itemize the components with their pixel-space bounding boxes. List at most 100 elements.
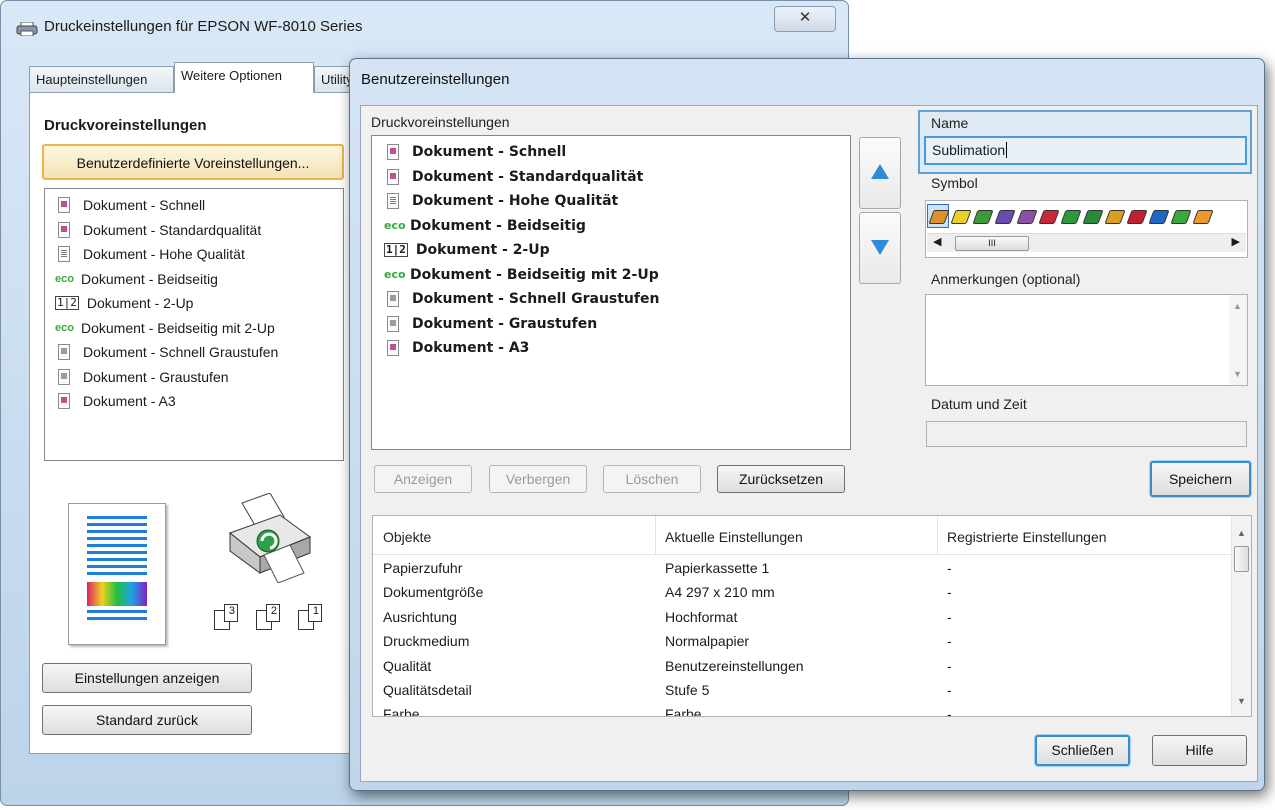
arrow-down-icon <box>871 240 889 255</box>
custom-presets-button[interactable]: Benutzerdefinierte Voreinstellungen... <box>42 144 344 180</box>
table-row[interactable]: Farbe Farbe - <box>373 703 1233 717</box>
reset-default-button[interactable]: Standard zurück <box>42 705 252 735</box>
symbol-option[interactable] <box>994 205 1016 227</box>
scroll-up-icon[interactable]: ▲ <box>1237 528 1246 538</box>
table-scrollbar[interactable]: ▲ ▼ <box>1231 516 1251 716</box>
page-preview <box>68 503 166 645</box>
help-button[interactable]: Hilfe <box>1152 735 1247 766</box>
preset-list-item[interactable]: Dokument - Schnell Graustufen <box>55 340 343 365</box>
show-settings-button[interactable]: Einstellungen anzeigen <box>42 663 252 693</box>
bg-presets-list[interactable]: Dokument - Schnell Dokument - Standardqua… <box>44 188 344 461</box>
show-button[interactable]: Anzeigen <box>374 465 472 493</box>
cell-current: Farbe <box>665 706 702 717</box>
close-icon: ✕ <box>798 9 812 26</box>
column-header-registered[interactable]: Registrierte Einstellungen <box>947 529 1107 545</box>
move-up-button[interactable] <box>859 137 901 209</box>
move-down-button[interactable] <box>859 212 901 284</box>
symbol-option[interactable] <box>1104 205 1126 227</box>
doc-icon <box>387 144 399 161</box>
table-row[interactable]: Qualitätsdetail Stufe 5 - <box>373 679 1233 703</box>
preset-list-item[interactable]: eco Dokument - Beidseitig mit 2-Up <box>55 316 343 341</box>
preset-list-item[interactable]: Dokument - Schnell <box>55 193 343 218</box>
symbol-scrollbar[interactable]: ◀ III ▶ <box>927 233 1246 252</box>
scroll-right-icon[interactable]: ▶ <box>1232 235 1240 248</box>
preset-label: Dokument - Beidseitig mit 2-Up <box>410 266 659 283</box>
symbol-option[interactable] <box>1126 205 1148 227</box>
column-header-current[interactable]: Aktuelle Einstellungen <box>665 529 803 545</box>
page-order-icons: 3 2 1 <box>210 604 326 630</box>
preset-label: Dokument - Schnell <box>83 197 206 214</box>
preset-list-item[interactable]: Dokument - Hohe Qualität <box>384 189 850 214</box>
preset-list-item[interactable]: Dokument - Schnell Graustufen <box>384 287 850 312</box>
preset-label: Dokument - Hohe Qualität <box>412 193 619 210</box>
close-dialog-button[interactable]: Schließen <box>1035 735 1130 766</box>
cell-current: Benutzereinstellungen <box>665 657 804 674</box>
arrow-up-icon <box>871 164 889 179</box>
preset-list-item[interactable]: Dokument - Graustufen <box>55 365 343 390</box>
notes-textarea[interactable]: ▲ ▼ <box>925 294 1248 386</box>
preset-list-item[interactable]: Dokument - A3 <box>384 336 850 361</box>
preset-list-item[interactable]: Dokument - Graustufen <box>384 312 850 337</box>
table-row[interactable]: Dokumentgröße A4 297 x 210 mm - <box>373 581 1233 605</box>
table-row[interactable]: Papierzufuhr Papierkassette 1 - <box>373 557 1233 581</box>
symbol-option[interactable] <box>1038 205 1060 227</box>
preset-list-item[interactable]: Dokument - Standardqualität <box>384 165 850 190</box>
book-icon <box>1104 210 1126 224</box>
table-row[interactable]: Ausrichtung Hochformat - <box>373 606 1233 630</box>
tab-main-settings[interactable]: Haupteinstellungen <box>29 66 174 92</box>
preset-list-item[interactable]: Dokument - Schnell <box>384 140 850 165</box>
preset-list-item[interactable]: eco Dokument - Beidseitig mit 2-Up <box>384 263 850 288</box>
presets-list[interactable]: Dokument - Schnell Dokument - Standardqua… <box>371 135 851 450</box>
cell-object: Farbe <box>383 706 420 717</box>
notes-scrollbar[interactable]: ▲ ▼ <box>1229 295 1247 385</box>
doc-icon <box>58 393 70 410</box>
column-header-objects[interactable]: Objekte <box>383 529 431 545</box>
symbol-picker[interactable]: ◀ III ▶ <box>925 200 1248 258</box>
table-row[interactable]: Druckmedium Normalpapier - <box>373 630 1233 654</box>
notes-label: Anmerkungen (optional) <box>931 271 1081 287</box>
cell-object: Ausrichtung <box>383 608 457 625</box>
symbol-option[interactable] <box>972 205 994 227</box>
book-icon <box>1016 210 1038 224</box>
reset-button[interactable]: Zurücksetzen <box>717 465 845 493</box>
save-button[interactable]: Speichern <box>1150 461 1251 497</box>
preset-label: Dokument - Schnell Graustufen <box>412 291 660 308</box>
preset-list-item[interactable]: eco Dokument - Beidseitig <box>55 267 343 292</box>
symbol-option[interactable] <box>1170 205 1192 227</box>
symbol-option[interactable] <box>1082 205 1104 227</box>
preset-label: Dokument - Beidseitig mit 2-Up <box>81 319 275 336</box>
scroll-up-icon[interactable]: ▲ <box>1233 301 1242 311</box>
scroll-down-icon[interactable]: ▼ <box>1233 369 1242 379</box>
preset-list-item[interactable]: Dokument - Hohe Qualität <box>55 242 343 267</box>
book-icon <box>1060 210 1082 224</box>
symbol-option[interactable] <box>950 205 972 227</box>
close-button[interactable]: ✕ <box>774 6 836 32</box>
symbol-option[interactable] <box>927 204 950 228</box>
preset-list-item[interactable]: Dokument - A3 <box>55 389 343 414</box>
eco-icon: eco <box>55 321 74 334</box>
tab-more-options[interactable]: Weitere Optionen <box>174 62 314 93</box>
scrollbar-thumb[interactable]: III <box>955 236 1029 251</box>
eco-icon: eco <box>55 272 74 285</box>
symbol-option[interactable] <box>1192 205 1214 227</box>
book-icon <box>1082 210 1104 224</box>
datetime-field <box>926 421 1247 447</box>
printer-duplex-icon <box>228 493 312 583</box>
preset-list-item[interactable]: 1|2 Dokument - 2-Up <box>384 238 850 263</box>
book-icon <box>994 210 1016 224</box>
name-input[interactable]: Sublimation <box>924 136 1247 165</box>
symbol-option[interactable] <box>1060 205 1082 227</box>
cell-current: A4 297 x 210 mm <box>665 584 775 601</box>
preset-label: Dokument - Standardqualität <box>412 168 644 185</box>
preset-list-item[interactable]: eco Dokument - Beidseitig <box>384 214 850 239</box>
preset-list-item[interactable]: 1|2 Dokument - 2-Up <box>55 291 343 316</box>
scroll-down-icon[interactable]: ▼ <box>1237 696 1246 706</box>
table-row[interactable]: Qualität Benutzereinstellungen - <box>373 655 1233 679</box>
scroll-left-icon[interactable]: ◀ <box>933 235 941 248</box>
preset-list-item[interactable]: Dokument - Standardqualität <box>55 218 343 243</box>
delete-button[interactable]: Löschen <box>603 465 701 493</box>
hide-button[interactable]: Verbergen <box>489 465 587 493</box>
scrollbar-thumb[interactable] <box>1234 546 1249 572</box>
symbol-option[interactable] <box>1148 205 1170 227</box>
symbol-option[interactable] <box>1016 205 1038 227</box>
